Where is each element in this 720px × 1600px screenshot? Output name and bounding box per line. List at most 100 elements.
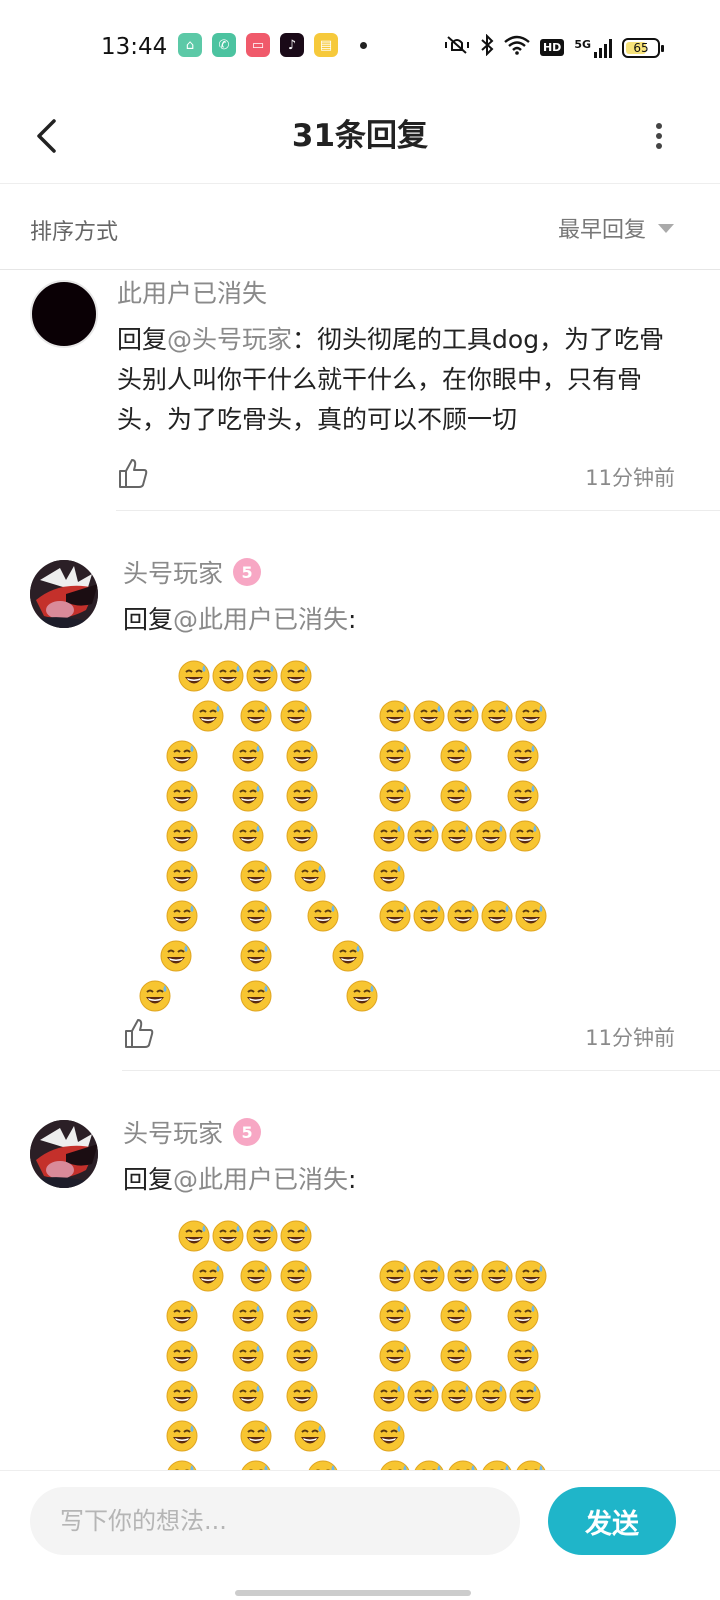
sweat-smile-emoji-icon [475, 1380, 507, 1412]
sweat-smile-emoji-icon [440, 780, 472, 812]
avatar[interactable] [30, 280, 98, 348]
sweat-smile-emoji-icon [286, 740, 318, 772]
sweat-smile-emoji-icon [447, 1460, 479, 1470]
send-button[interactable]: 发送 [548, 1487, 676, 1555]
username-text: 头号玩家 [123, 1119, 224, 1148]
level-badge: 5 [233, 558, 262, 586]
avatar[interactable] [30, 1120, 98, 1188]
mention-link[interactable]: @此用户已消失 [173, 1165, 348, 1194]
sweat-smile-emoji-icon [379, 1340, 411, 1372]
sweat-smile-emoji-icon [280, 1220, 312, 1252]
sweat-smile-emoji-icon [440, 740, 472, 772]
battery-level: 65 [633, 40, 649, 55]
comment-time: 11分钟前 [585, 466, 675, 490]
sweat-smile-emoji-icon [286, 820, 318, 852]
sweat-smile-emoji-icon [212, 1220, 244, 1252]
sweat-smile-emoji-icon [166, 1460, 198, 1470]
sweat-smile-emoji-icon [166, 1300, 198, 1332]
comment-body: 回复@头号玩家：彻头彻尾的工具dog，为了吃骨头别人叫你干什么就干什么，在你眼中… [117, 320, 677, 440]
sweat-smile-emoji-icon [440, 1300, 472, 1332]
username-text: 此用户已消失 [117, 279, 268, 308]
more-options-button[interactable] [644, 114, 674, 158]
sweat-smile-emoji-icon [379, 700, 411, 732]
sweat-smile-emoji-icon [166, 860, 198, 892]
avatar[interactable] [30, 560, 98, 628]
reply-prefix: 回复 [123, 605, 174, 634]
sweat-smile-emoji-icon [307, 900, 339, 932]
sweat-smile-emoji-icon [441, 1380, 473, 1412]
phone-icon: ✆ [212, 33, 236, 57]
sweat-smile-emoji-icon [166, 1340, 198, 1372]
sweat-smile-emoji-icon [379, 1300, 411, 1332]
notes-icon: ▤ [314, 33, 338, 57]
sweat-smile-emoji-icon [294, 860, 326, 892]
sweat-smile-emoji-icon [379, 1260, 411, 1292]
tiktok-icon: ♪ [280, 33, 304, 57]
sweat-smile-emoji-icon [507, 1300, 539, 1332]
comment-username[interactable]: 此用户已消失 [117, 274, 267, 310]
sweat-smile-emoji-icon [240, 700, 272, 732]
sweat-smile-emoji-icon [166, 900, 198, 932]
thumbs-up-icon[interactable] [116, 456, 150, 490]
thumbs-up-icon[interactable] [122, 1016, 156, 1050]
sweat-smile-emoji-icon [373, 1420, 405, 1452]
sweat-smile-emoji-icon [441, 820, 473, 852]
sweat-smile-emoji-icon [307, 1460, 339, 1470]
sweat-smile-emoji-icon [481, 1260, 513, 1292]
reply-separator: : [348, 1165, 357, 1194]
sweat-smile-emoji-icon [280, 1260, 312, 1292]
sweat-smile-emoji-icon [447, 900, 479, 932]
sweat-smile-emoji-icon [232, 1300, 264, 1332]
comment-username[interactable]: 头号玩家 5 [123, 554, 262, 590]
sweat-smile-emoji-icon [166, 1420, 198, 1452]
sweat-smile-emoji-icon [240, 1460, 272, 1470]
sweat-smile-emoji-icon [240, 900, 272, 932]
sweat-smile-emoji-icon [240, 1260, 272, 1292]
sweat-smile-emoji-icon [373, 820, 405, 852]
sweat-smile-emoji-icon [246, 1220, 278, 1252]
status-time: 13:44 [101, 34, 168, 60]
sweat-smile-emoji-art [123, 1202, 547, 1470]
sweat-smile-emoji-icon [475, 820, 507, 852]
sweat-smile-emoji-icon [515, 900, 547, 932]
sweat-smile-emoji-icon [280, 660, 312, 692]
mention-link[interactable]: @头号玩家 [167, 325, 292, 354]
comment-divider [116, 510, 720, 511]
app-icon-green: ⌂ [178, 33, 202, 57]
sweat-smile-emoji-art [123, 642, 547, 1012]
sweat-smile-emoji-icon [346, 980, 378, 1012]
sweat-smile-emoji-icon [178, 660, 210, 692]
sweat-smile-emoji-icon [232, 1340, 264, 1372]
sweat-smile-emoji-icon [286, 1300, 318, 1332]
status-app-icons: ⌂ ✆ ▭ ♪ ▤ [178, 33, 367, 57]
more-notifications-dot [360, 41, 367, 49]
sort-dropdown[interactable]: 最早回复 [558, 212, 674, 244]
sweat-smile-emoji-icon [413, 900, 445, 932]
sweat-smile-emoji-icon [240, 980, 272, 1012]
comment-time: 11分钟前 [585, 1026, 675, 1050]
cellular-signal-icon: 5G [574, 38, 612, 58]
mention-link[interactable]: @此用户已消失 [173, 605, 348, 634]
comment-input[interactable] [30, 1487, 520, 1555]
sweat-smile-emoji-icon [240, 1420, 272, 1452]
sweat-smile-emoji-icon [481, 1460, 513, 1470]
sweat-smile-emoji-icon [515, 1460, 547, 1470]
comment-username[interactable]: 头号玩家 5 [123, 1114, 262, 1150]
comment-item: 头号玩家 5 回复@此用户已消失: [0, 1100, 720, 1470]
sweat-smile-emoji-icon [232, 820, 264, 852]
hd-badge: HD [539, 39, 565, 56]
sweat-smile-emoji-icon [178, 1220, 210, 1252]
sweat-smile-emoji-icon [294, 1420, 326, 1452]
sweat-smile-emoji-icon [447, 1260, 479, 1292]
avatar-character-image [30, 560, 98, 628]
sweat-smile-emoji-icon [507, 780, 539, 812]
sweat-smile-emoji-icon [240, 940, 272, 972]
sweat-smile-emoji-icon [507, 740, 539, 772]
sweat-smile-emoji-icon [332, 940, 364, 972]
username-text: 头号玩家 [123, 559, 224, 588]
battery-indicator: 65 [622, 37, 664, 58]
sweat-smile-emoji-icon [481, 900, 513, 932]
reply-separator: ： [292, 325, 318, 354]
sweat-smile-emoji-icon [440, 1340, 472, 1372]
home-indicator[interactable] [235, 1590, 471, 1596]
